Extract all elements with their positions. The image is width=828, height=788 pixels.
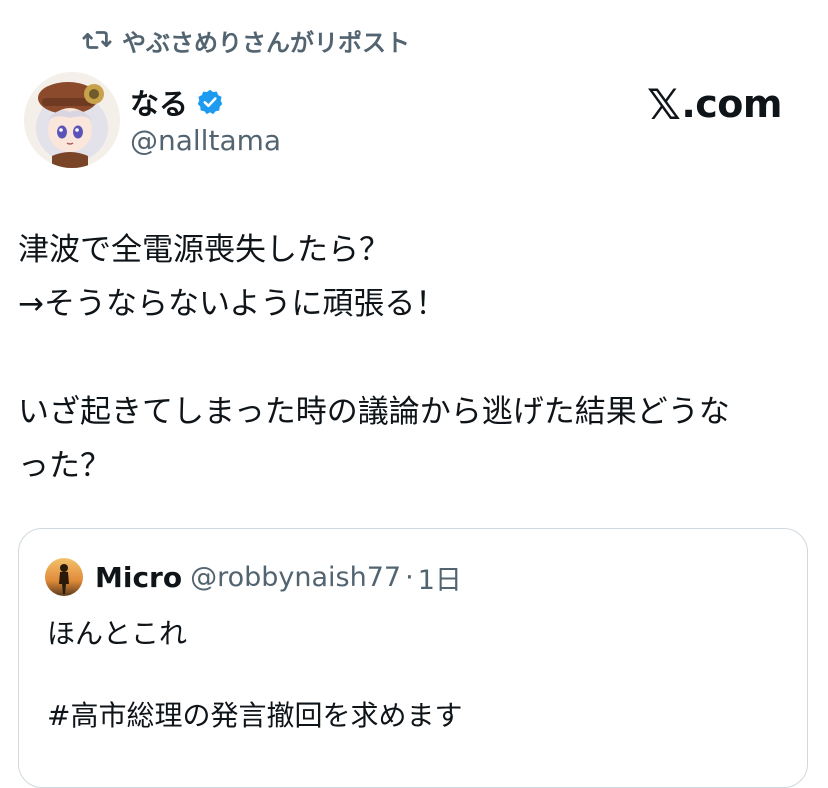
- author-name: なる: [130, 87, 189, 121]
- quote-line-blank: [47, 654, 462, 695]
- tweet-line: 津波で全電源喪失したら？: [18, 232, 390, 268]
- author-avatar[interactable]: [24, 72, 120, 168]
- separator-dot: ·: [405, 561, 414, 593]
- quoted-author-name: Micro: [95, 560, 183, 594]
- brand-label: .com: [681, 82, 782, 126]
- author-handle[interactable]: @nalltama: [130, 124, 281, 157]
- x-logo-icon: 𝕏: [646, 79, 681, 129]
- tweet-line: いざ起きてしまった時の議論から逃げた結果どうな: [18, 394, 730, 430]
- quoted-post-timestamp[interactable]: 1日: [418, 558, 462, 597]
- quoted-post-text: ほんとこれ #高市総理の発言撤回を求めます: [47, 613, 462, 736]
- verified-badge-icon: [196, 88, 224, 116]
- hashtag-line[interactable]: #高市総理の発言撤回を求めます: [47, 695, 462, 736]
- quoted-post-header: Micro @robbynaish77 · 1日: [45, 557, 462, 597]
- quote-line: ほんとこれ: [47, 617, 188, 650]
- tweet-line: った？: [18, 448, 111, 484]
- tweet-line: →そうならないように頑張る！: [18, 286, 447, 322]
- repost-indicator[interactable]: やぶさめりさんがリポスト: [82, 22, 410, 58]
- quoted-author-avatar[interactable]: [45, 558, 83, 596]
- x-brand-logo: 𝕏 .com: [646, 79, 783, 129]
- author-name-row[interactable]: なる: [130, 82, 224, 122]
- repost-icon: [82, 25, 112, 55]
- tweet-text: 津波で全電源喪失したら？ →そうならないように頑張る！ いざ起きてしまった時の議…: [18, 223, 808, 493]
- quoted-post-card[interactable]: Micro @robbynaish77 · 1日 ほんとこれ #高市総理の発言撤…: [18, 528, 808, 788]
- quoted-author-handle: @robbynaish77: [190, 561, 402, 593]
- repost-label: やぶさめりさんがリポスト: [122, 28, 410, 57]
